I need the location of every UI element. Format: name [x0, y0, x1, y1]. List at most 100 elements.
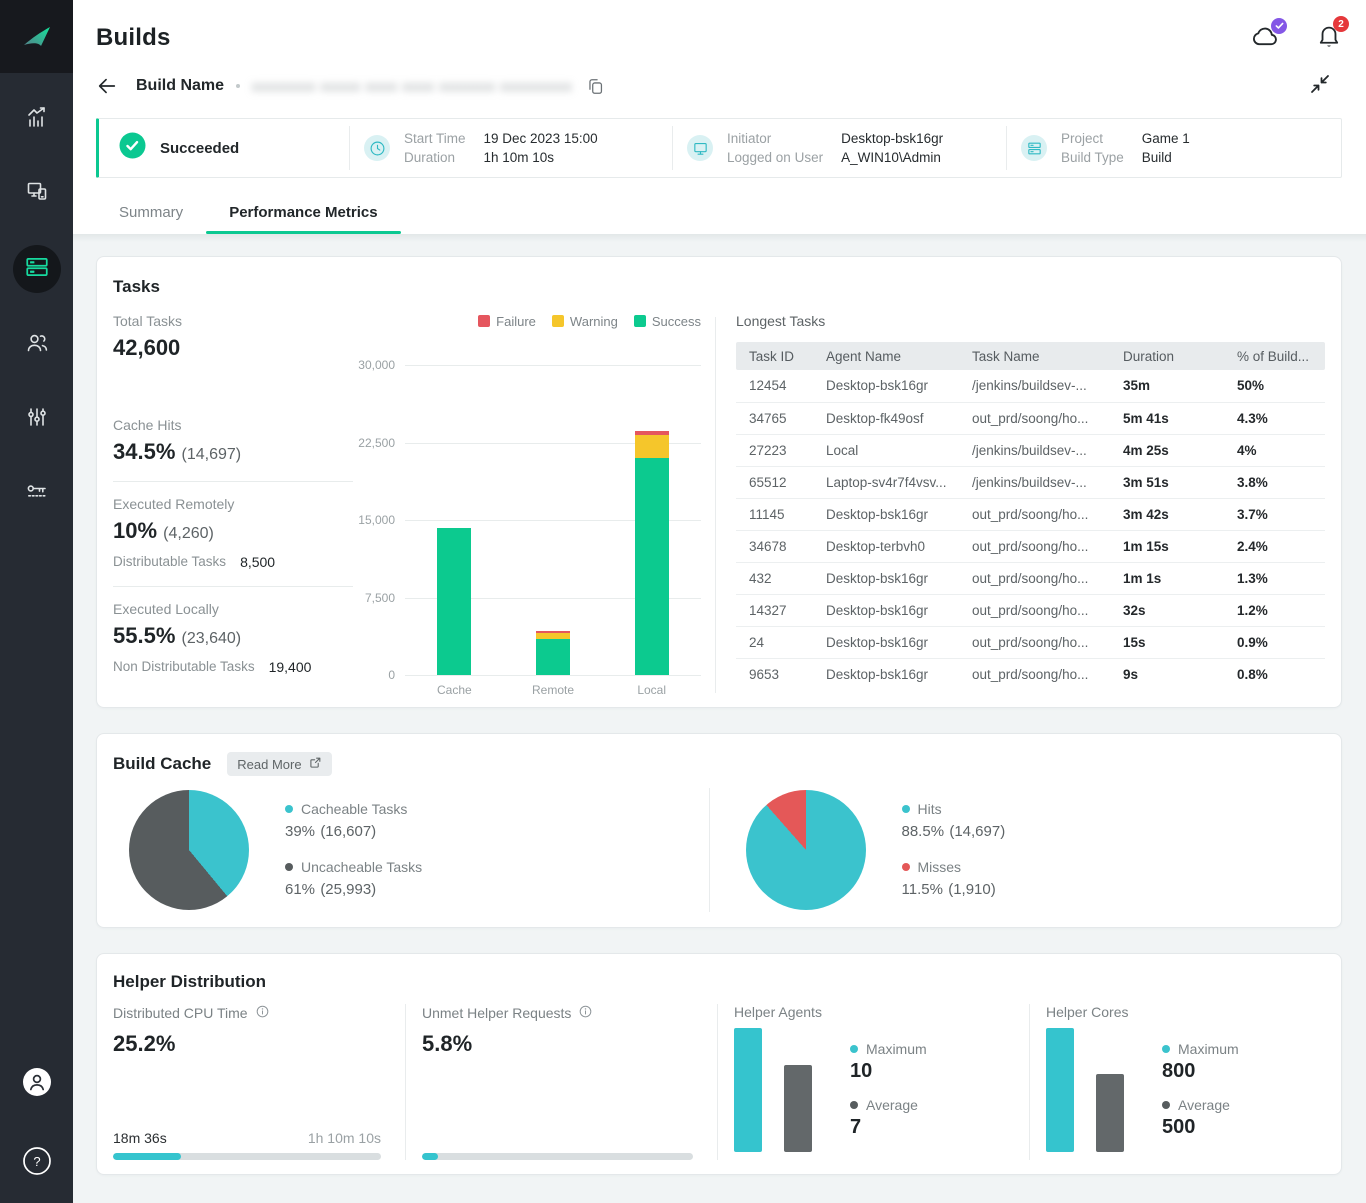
help-button[interactable]: ?: [22, 1146, 52, 1181]
notification-count-badge: 2: [1333, 16, 1349, 32]
logged-on-user-value: A_WIN10\Admin: [841, 150, 943, 165]
time-group: Start Time 19 Dec 2023 15:00 Duration 1h…: [350, 119, 672, 177]
sidebar: ?: [0, 0, 73, 1203]
average-bar: [1096, 1074, 1124, 1152]
start-time-value: 19 Dec 2023 15:00: [484, 131, 598, 146]
table-row[interactable]: 65512Laptop-sv4r7f4vsv.../jenkins/builds…: [736, 466, 1325, 498]
sidebar-item-users[interactable]: [15, 323, 59, 367]
longest-tasks-title: Longest Tasks: [736, 313, 1325, 329]
helper-agents-mini-chart: [734, 1028, 812, 1152]
build-cache-card: Build Cache Read More: [96, 733, 1342, 928]
build-header-row: Build Name xxxxxxxx xxxxx xxxx xxxx xxxx…: [96, 74, 1342, 98]
y-axis-labels: 30,000 22,500 15,000 7,500 0: [353, 365, 405, 675]
build-name-label: Build Name: [136, 77, 224, 95]
sidebar-item-agents[interactable]: [15, 171, 59, 215]
tasks-title: Tasks: [113, 277, 1325, 297]
maximum-bar: [734, 1028, 762, 1152]
sliders-icon: [25, 405, 49, 434]
warning-legend-label: Warning: [570, 314, 618, 329]
misses-legend: Misses 11.5% (1,910): [902, 859, 1006, 900]
x-axis-labels: CacheRemoteLocal: [405, 683, 701, 697]
bar-segment-warning: [635, 435, 669, 458]
table-row[interactable]: 12454Desktop-bsk16gr/jenkins/buildsev-..…: [736, 370, 1325, 402]
read-more-button[interactable]: Read More: [227, 752, 331, 776]
longest-tasks-panel: Longest Tasks Task IDAgent NameTask Name…: [716, 313, 1325, 697]
user-avatar[interactable]: [22, 1067, 52, 1102]
sidebar-nav: [13, 97, 61, 515]
build-type-value: Build: [1142, 150, 1190, 165]
info-icon[interactable]: [578, 1004, 593, 1022]
cloud-status-button[interactable]: [1250, 24, 1280, 53]
table-row[interactable]: 432Desktop-bsk16grout_prd/soong/ho...1m …: [736, 562, 1325, 594]
collapse-view-button[interactable]: [1308, 72, 1332, 101]
cores-maximum-legend: Maximum 800: [1162, 1041, 1239, 1083]
tab-bar: Summary Performance Metrics: [96, 204, 1366, 234]
agents-maximum-legend: Maximum 10: [850, 1041, 927, 1083]
cacheable-pie-panel: Cacheable Tasks 39% (16,607) Uncacheable…: [113, 788, 709, 912]
uncacheable-tasks-legend: Uncacheable Tasks 61% (25,993): [285, 859, 422, 900]
hits-pie-panel: Hits 88.5% (14,697) Misses 11.5% (1,910): [710, 788, 1326, 912]
page-title: Builds: [96, 24, 1366, 52]
insights-icon: [25, 105, 49, 134]
stacked-bar-remote[interactable]: [536, 631, 570, 675]
column-header: Task Name: [959, 342, 1110, 370]
bar-segment-success: [635, 458, 669, 675]
back-button[interactable]: [96, 75, 118, 97]
table-row[interactable]: 11145Desktop-bsk16grout_prd/soong/ho...3…: [736, 498, 1325, 530]
cacheable-pie-chart: [129, 790, 249, 910]
info-icon[interactable]: [255, 1004, 270, 1022]
top-icons: 2: [1250, 22, 1342, 54]
executed-remotely-stat: Executed Remotely 10% (4,260) Distributa…: [113, 482, 353, 587]
copy-button[interactable]: [586, 77, 605, 96]
table-row[interactable]: 34765Desktop-fk49osfout_prd/soong/ho...5…: [736, 402, 1325, 434]
tab-summary[interactable]: Summary: [96, 204, 206, 234]
cacheable-tasks-legend: Cacheable Tasks 39% (16,607): [285, 801, 422, 842]
helper-distribution-title: Helper Distribution: [113, 972, 1325, 992]
success-check-icon: [119, 132, 146, 164]
red-dot: [902, 863, 910, 871]
agents-icon: [25, 179, 49, 208]
executed-locally-stat: Executed Locally 55.5% (23,640) Non Dist…: [113, 587, 353, 675]
bar-columns: [405, 365, 701, 675]
stacked-bar-local[interactable]: [635, 431, 669, 675]
table-row[interactable]: 27223Local/jenkins/buildsev-...4m 25s4%: [736, 434, 1325, 466]
sidebar-item-license[interactable]: [15, 471, 59, 515]
column-header: % of Build...: [1224, 342, 1325, 370]
initiator-group: Initiator Desktop-bsk16gr Logged on User…: [673, 119, 1006, 177]
cpu-time-elapsed: 18m 36s: [113, 1130, 167, 1146]
distributed-cpu-time-panel: Distributed CPU Time 25.2% 18m 36s 1h 10…: [113, 1004, 405, 1160]
content-area: Tasks Total Tasks 42,600 Cache Hits 34.5…: [73, 234, 1366, 1203]
app-logo[interactable]: [0, 0, 73, 73]
tasks-stats: Total Tasks 42,600 Cache Hits 34.5% (14,…: [113, 313, 353, 697]
table-row[interactable]: 14327Desktop-bsk16grout_prd/soong/ho...3…: [736, 594, 1325, 626]
sidebar-item-insights[interactable]: [15, 97, 59, 141]
app-root: ? Builds: [0, 0, 1366, 1203]
table-row[interactable]: 24Desktop-bsk16grout_prd/soong/ho...15s0…: [736, 626, 1325, 658]
stacked-bar-cache[interactable]: [437, 528, 471, 675]
teal-dot: [902, 805, 910, 813]
build-status-card: Succeeded Start Time 19 Dec 2023 15:00 D…: [96, 118, 1342, 178]
sidebar-item-settings[interactable]: [15, 397, 59, 441]
plot-area: [405, 365, 701, 675]
bell-icon: [1316, 36, 1342, 53]
sidebar-bottom: ?: [0, 1067, 73, 1203]
tasks-card: Tasks Total Tasks 42,600 Cache Hits 34.5…: [96, 256, 1342, 708]
tab-performance-metrics[interactable]: Performance Metrics: [206, 204, 400, 234]
project-grid-icon: [1021, 135, 1047, 161]
logged-on-user-label: Logged on User: [727, 150, 823, 165]
bar-segment-success: [536, 639, 570, 675]
read-more-label: Read More: [237, 757, 301, 772]
failure-legend-swatch: [478, 315, 490, 327]
unmet-requests-progress-bar: [422, 1153, 693, 1160]
notifications-button[interactable]: 2: [1316, 22, 1342, 54]
table-row[interactable]: 34678Desktop-terbvh0out_prd/soong/ho...1…: [736, 530, 1325, 562]
clock-icon: [364, 135, 390, 161]
table-row[interactable]: 9653Desktop-bsk16grout_prd/soong/ho...9s…: [736, 658, 1325, 690]
column-header: Agent Name: [813, 342, 959, 370]
status-badge: Succeeded: [160, 140, 239, 157]
initiator-label: Initiator: [727, 131, 823, 146]
bar-segment-success: [437, 528, 471, 675]
cpu-time-total: 1h 10m 10s: [308, 1130, 381, 1146]
sidebar-item-builds[interactable]: [13, 245, 61, 293]
cloud-check-badge: [1271, 18, 1287, 34]
